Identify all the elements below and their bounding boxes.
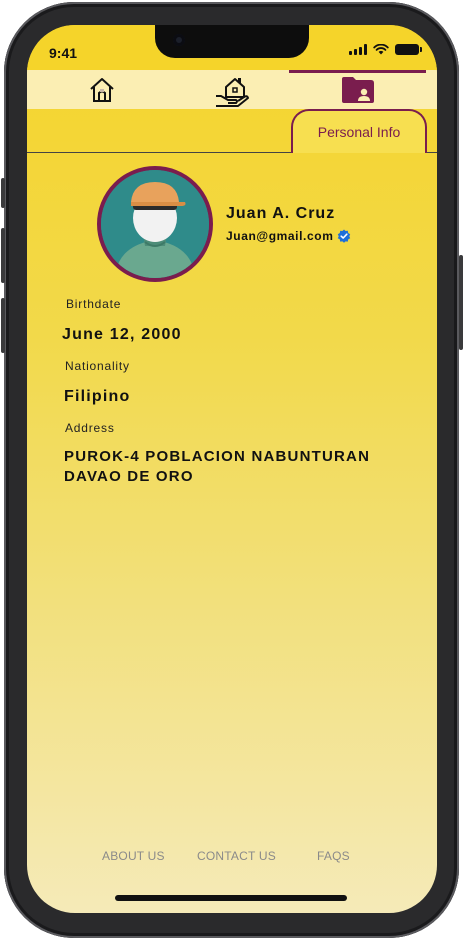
camera-icon bbox=[173, 34, 185, 46]
status-icons bbox=[349, 44, 422, 55]
verified-check-icon bbox=[338, 229, 351, 243]
side-button-volume-up bbox=[1, 228, 5, 283]
tab-bar: Personal Info bbox=[27, 109, 437, 154]
tab-personal-info[interactable]: Personal Info bbox=[291, 109, 427, 153]
nav-profile[interactable] bbox=[289, 70, 426, 109]
avatar-illustration bbox=[101, 170, 209, 278]
address-label: Address bbox=[65, 421, 115, 435]
status-time: 9:41 bbox=[49, 45, 78, 61]
user-email: Juan@gmail.com bbox=[226, 229, 334, 243]
nav-active-indicator bbox=[289, 70, 426, 73]
wifi-icon bbox=[373, 44, 389, 55]
footer-contact-link[interactable]: CONTACT US bbox=[197, 849, 276, 863]
user-name: Juan A. Cruz bbox=[226, 205, 336, 222]
footer-about-link[interactable]: ABOUT US bbox=[102, 849, 165, 863]
home-icon bbox=[90, 77, 114, 102]
nationality-label: Nationality bbox=[65, 359, 130, 373]
battery-icon bbox=[395, 44, 422, 55]
user-email-row: Juan@gmail.com bbox=[226, 229, 351, 243]
side-button-mute bbox=[1, 178, 5, 208]
home-indicator[interactable] bbox=[115, 895, 347, 901]
avatar bbox=[97, 166, 213, 282]
status-bar: 9:41 bbox=[27, 25, 437, 70]
nationality-value: Filipino bbox=[64, 388, 131, 405]
birthdate-value: June 12, 2000 bbox=[62, 326, 182, 343]
side-button-volume-down bbox=[1, 298, 5, 353]
address-value: PUROK-4 POBLACION NABUNTURAN DAVAO DE OR… bbox=[64, 448, 371, 485]
top-nav bbox=[27, 70, 437, 109]
side-button-power bbox=[459, 255, 463, 350]
profile-folder-icon bbox=[341, 76, 374, 103]
birthdate-label: Birthdate bbox=[66, 297, 122, 311]
nav-home[interactable] bbox=[67, 70, 137, 109]
notch bbox=[155, 25, 309, 58]
housing-assistance-icon bbox=[216, 77, 249, 107]
app-screen: 9:41 Personal Info Juan A. Cruz Juan@gma… bbox=[27, 25, 437, 913]
footer-faqs-link[interactable]: FAQS bbox=[317, 849, 350, 863]
signal-icon bbox=[349, 44, 367, 55]
nav-housing[interactable] bbox=[192, 70, 272, 109]
